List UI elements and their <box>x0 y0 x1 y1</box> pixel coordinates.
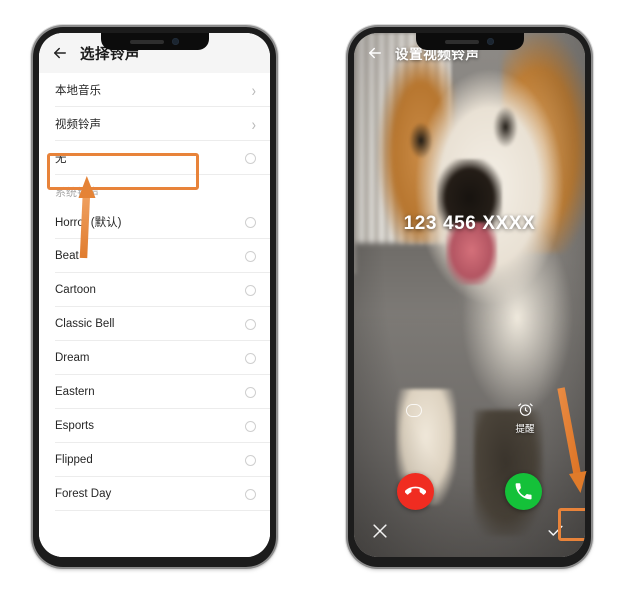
list-item-none[interactable]: 无 <box>39 141 270 175</box>
list-item-label: 无 <box>55 153 67 165</box>
list-item-label: Eastern <box>55 386 95 398</box>
radio-unselected-icon[interactable] <box>245 454 256 466</box>
phone-icon <box>515 483 532 500</box>
list-item-label: 本地音乐 <box>55 85 101 97</box>
back-arrow-icon[interactable] <box>51 44 69 62</box>
back-arrow-icon[interactable] <box>366 44 384 62</box>
video-ringtone-preview-screen: 设置视频铃声 123 456 XXXX 提醒 <box>354 33 585 557</box>
radio-unselected-icon[interactable] <box>245 284 256 296</box>
list-item-label: Classic Bell <box>55 318 115 330</box>
phone-down-icon <box>405 486 426 495</box>
list-item-label: Horror (默认) <box>55 217 122 229</box>
list-item-eastern[interactable]: Eastern <box>39 375 270 409</box>
list-item-horror[interactable]: Horror (默认) <box>39 205 270 239</box>
list-item-beat[interactable]: Beat <box>39 239 270 273</box>
preview-bottom-bar <box>354 515 585 549</box>
alarm-clock-icon <box>517 403 533 416</box>
list-item-dream[interactable]: Dream <box>39 341 270 375</box>
message-icon[interactable] <box>406 404 422 417</box>
chevron-right-icon: › <box>251 80 256 100</box>
list-item-label: Forest Day <box>55 488 112 500</box>
list-item-classic-bell[interactable]: Classic Bell <box>39 307 270 341</box>
list-item-label: Beat <box>55 250 79 262</box>
radio-unselected-icon[interactable] <box>245 216 256 228</box>
radio-unselected-icon[interactable] <box>245 488 256 500</box>
earpiece-speaker <box>445 39 479 44</box>
list-item-label: Esports <box>55 420 94 432</box>
caller-number: 123 456 XXXX <box>403 213 536 234</box>
list-item-video-ringtone[interactable]: 视频铃声 › <box>39 107 270 141</box>
accept-call-button[interactable] <box>505 473 542 510</box>
notch-left <box>100 33 209 50</box>
chevron-right-icon: › <box>251 114 256 134</box>
radio-unselected-icon[interactable] <box>245 386 256 398</box>
phone-left-screen: 选择铃声 本地音乐 › 视频铃声 › 无 系统铃声 Horror (默认) Be… <box>39 33 270 557</box>
list-item-label: Cartoon <box>55 284 96 296</box>
remind-action[interactable]: 提醒 <box>501 401 549 435</box>
list-item-label: 视频铃声 <box>55 119 101 131</box>
remind-label: 提醒 <box>515 424 535 435</box>
check-icon <box>547 525 563 536</box>
radio-unselected-icon[interactable] <box>245 420 256 432</box>
call-buttons-row <box>354 473 585 517</box>
list-item-cartoon[interactable]: Cartoon <box>39 273 270 307</box>
ringtone-list[interactable]: 本地音乐 › 视频铃声 › 无 系统铃声 Horror (默认) Beat Ca… <box>39 73 270 557</box>
phone-right: 设置视频铃声 123 456 XXXX 提醒 <box>348 27 591 567</box>
earpiece-speaker <box>130 39 164 44</box>
list-item-label: Dream <box>55 352 90 364</box>
select-ringtone-screen: 选择铃声 本地音乐 › 视频铃声 › 无 系统铃声 Horror (默认) Be… <box>39 33 270 557</box>
list-item-esports[interactable]: Esports <box>39 409 270 443</box>
front-camera-icon <box>487 38 494 45</box>
phone-right-screen: 设置视频铃声 123 456 XXXX 提醒 <box>354 33 585 557</box>
radio-unselected-icon[interactable] <box>245 318 256 330</box>
list-item-forest-day[interactable]: Forest Day <box>39 477 270 511</box>
decline-call-button[interactable] <box>397 473 434 510</box>
list-item-label: Flipped <box>55 454 93 466</box>
close-x-icon[interactable] <box>370 521 390 541</box>
phone-left: 选择铃声 本地音乐 › 视频铃声 › 无 系统铃声 Horror (默认) Be… <box>33 27 276 567</box>
notch-right <box>415 33 524 50</box>
front-camera-icon <box>172 38 179 45</box>
radio-unselected-icon[interactable] <box>245 152 256 164</box>
section-header-system-ringtones: 系统铃声 <box>39 175 270 205</box>
list-item-local-music[interactable]: 本地音乐 › <box>39 73 270 107</box>
radio-unselected-icon[interactable] <box>245 352 256 364</box>
confirm-check-button[interactable] <box>534 516 576 545</box>
list-item-flipped[interactable]: Flipped <box>39 443 270 477</box>
radio-unselected-icon[interactable] <box>245 250 256 262</box>
quick-actions-row: 提醒 <box>354 401 585 447</box>
